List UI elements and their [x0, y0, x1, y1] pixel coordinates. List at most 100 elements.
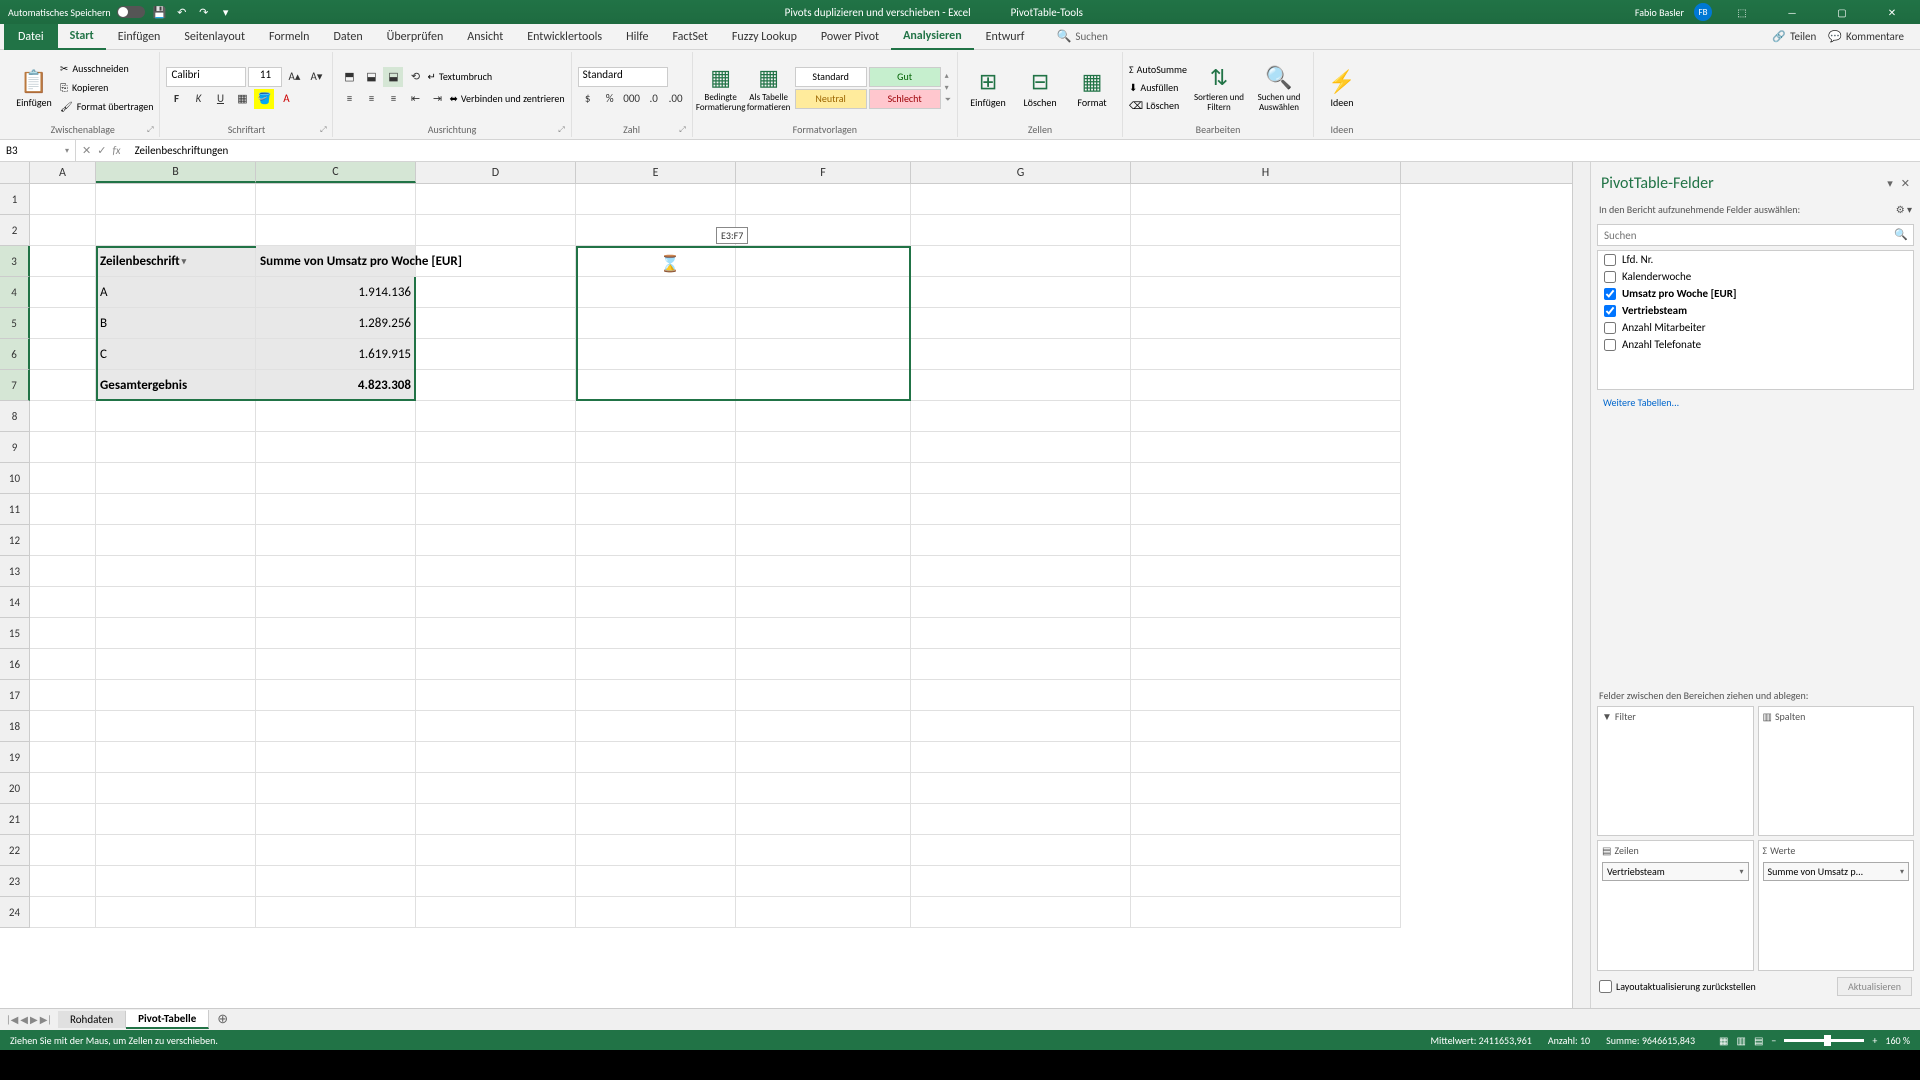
cell[interactable] — [416, 370, 576, 401]
cell[interactable] — [256, 773, 416, 804]
align-left-icon[interactable]: ≡ — [339, 89, 359, 109]
font-color-button[interactable]: A — [276, 89, 296, 109]
cell[interactable] — [736, 494, 911, 525]
cell[interactable] — [1131, 308, 1401, 339]
cell[interactable] — [256, 618, 416, 649]
cell[interactable] — [416, 463, 576, 494]
cell[interactable] — [911, 494, 1131, 525]
name-box[interactable]: B3 ▾ — [0, 140, 76, 162]
cell[interactable] — [96, 587, 256, 618]
merge-button[interactable]: ⬌Verbinden und zentrieren — [449, 92, 564, 105]
font-name-select[interactable]: Calibri — [166, 67, 246, 87]
row-header[interactable]: 2 — [0, 215, 30, 246]
cell[interactable]: Zeilenbeschrift▾ — [96, 246, 256, 277]
cell[interactable] — [1131, 866, 1401, 897]
borders-button[interactable]: ▦ — [232, 89, 252, 109]
columns-area[interactable]: ▥Spalten — [1758, 706, 1915, 837]
cell[interactable] — [576, 742, 736, 773]
cell[interactable] — [1131, 804, 1401, 835]
cell[interactable] — [30, 432, 96, 463]
cell[interactable] — [1131, 897, 1401, 928]
cell-style-schlecht[interactable]: Schlecht — [869, 89, 941, 109]
cell[interactable] — [416, 339, 576, 370]
cell[interactable] — [911, 215, 1131, 246]
add-sheet-button[interactable]: ⊕ — [209, 1012, 236, 1027]
cell[interactable] — [911, 525, 1131, 556]
cell[interactable] — [30, 742, 96, 773]
cell[interactable] — [416, 773, 576, 804]
cell[interactable] — [576, 215, 736, 246]
tab-fuzzy[interactable]: Fuzzy Lookup — [720, 24, 809, 50]
cell[interactable] — [1131, 463, 1401, 494]
cell[interactable] — [736, 370, 911, 401]
cell[interactable] — [416, 432, 576, 463]
select-all-corner[interactable] — [0, 162, 30, 183]
format-cells-button[interactable]: ▦Format — [1068, 56, 1116, 120]
cell[interactable] — [576, 432, 736, 463]
cell[interactable] — [736, 525, 911, 556]
qat-customize-icon[interactable]: ▾ — [219, 5, 233, 19]
cell[interactable] — [736, 556, 911, 587]
cell[interactable] — [576, 277, 736, 308]
cell[interactable] — [911, 618, 1131, 649]
cell[interactable] — [416, 587, 576, 618]
find-select-button[interactable]: 🔍Suchen und Auswählen — [1251, 56, 1307, 120]
cancel-formula-icon[interactable]: ✕ — [82, 144, 91, 157]
cell[interactable] — [96, 215, 256, 246]
fill-color-button[interactable]: 🪣 — [254, 89, 274, 109]
sheet-nav-last-icon[interactable]: ▶| — [40, 1013, 52, 1026]
cell[interactable] — [30, 835, 96, 866]
cell[interactable] — [911, 897, 1131, 928]
cell[interactable] — [1131, 370, 1401, 401]
align-top-icon[interactable]: ⬒ — [339, 67, 359, 87]
cell[interactable] — [256, 401, 416, 432]
cell[interactable] — [1131, 742, 1401, 773]
cell[interactable] — [416, 711, 576, 742]
cell[interactable] — [416, 215, 576, 246]
autosum-button[interactable]: ΣAutoSumme — [1129, 61, 1187, 78]
increase-decimal-icon[interactable]: .0 — [644, 89, 664, 109]
row-header[interactable]: 21 — [0, 804, 30, 835]
cell[interactable] — [30, 587, 96, 618]
cell[interactable] — [736, 246, 911, 277]
col-header-a[interactable]: A — [30, 162, 96, 183]
cell[interactable] — [96, 556, 256, 587]
save-icon[interactable]: 💾 — [153, 5, 167, 19]
cell[interactable] — [96, 618, 256, 649]
cell[interactable] — [1131, 339, 1401, 370]
cell[interactable] — [416, 897, 576, 928]
cell[interactable] — [911, 277, 1131, 308]
row-header[interactable]: 24 — [0, 897, 30, 928]
paste-button[interactable]: 📋 Einfügen — [12, 56, 56, 120]
row-header[interactable]: 14 — [0, 587, 30, 618]
row-header[interactable]: 17 — [0, 680, 30, 711]
cell[interactable] — [1131, 835, 1401, 866]
cut-button[interactable]: ✂Ausschneiden — [60, 60, 153, 78]
cell[interactable] — [256, 494, 416, 525]
cell[interactable] — [30, 556, 96, 587]
cell[interactable] — [96, 711, 256, 742]
col-header-f[interactable]: F — [736, 162, 911, 183]
cell[interactable] — [256, 215, 416, 246]
cell[interactable]: 1.619.915 — [256, 339, 416, 370]
row-header[interactable]: 8 — [0, 401, 30, 432]
field-checkbox[interactable] — [1604, 271, 1616, 283]
field-item[interactable]: Vertriebsteam — [1598, 302, 1913, 319]
tab-home[interactable]: Start — [58, 24, 106, 50]
comments-button[interactable]: 💬 Kommentare — [1828, 30, 1904, 43]
cell[interactable] — [256, 587, 416, 618]
cell[interactable] — [416, 804, 576, 835]
cell[interactable] — [576, 897, 736, 928]
tab-page-layout[interactable]: Seitenlayout — [172, 24, 257, 50]
defer-layout-checkbox[interactable]: Layoutaktualisierung zurückstellen — [1599, 980, 1756, 993]
italic-button[interactable]: K — [188, 89, 208, 109]
underline-button[interactable]: U — [210, 89, 230, 109]
field-search[interactable]: 🔍 — [1597, 224, 1914, 246]
col-header-g[interactable]: G — [911, 162, 1131, 183]
conditional-formatting-button[interactable]: ▦ Bedingte Formatierung — [699, 56, 743, 120]
cell[interactable] — [576, 835, 736, 866]
align-bottom-icon[interactable]: ⬓ — [383, 67, 403, 87]
cell[interactable] — [256, 742, 416, 773]
col-header-h[interactable]: H — [1131, 162, 1401, 183]
cell[interactable] — [416, 680, 576, 711]
